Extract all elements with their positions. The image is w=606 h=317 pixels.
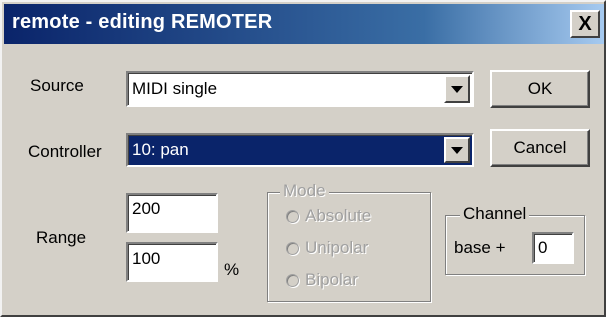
mode-legend: Mode	[280, 181, 329, 201]
mode-option-unipolar[interactable]: Unipolar	[286, 238, 368, 258]
range-bottom-input[interactable]: 100	[126, 242, 218, 282]
mode-option-absolute[interactable]: Absolute	[286, 206, 371, 226]
ok-button[interactable]: OK	[490, 70, 590, 108]
radio-icon	[286, 241, 299, 255]
close-icon: X	[578, 12, 592, 35]
mode-option-bipolar[interactable]: Bipolar	[286, 270, 358, 290]
channel-base-value: 0	[538, 238, 548, 257]
mode-option-label: Absolute	[305, 206, 372, 225]
cancel-button[interactable]: Cancel	[490, 129, 590, 167]
source-dropdown-arrow-icon[interactable]	[444, 75, 470, 103]
channel-legend: Channel	[460, 204, 530, 224]
channel-base-input[interactable]: 0	[532, 232, 574, 264]
range-top-input[interactable]: 200	[126, 193, 218, 233]
dialog-window: remote - editing REMOTER X Source MIDI s…	[0, 0, 606, 317]
source-select-value: MIDI single	[132, 79, 218, 98]
window-title: remote - editing REMOTER	[12, 11, 273, 33]
title-bar[interactable]: remote - editing REMOTER X	[4, 4, 604, 44]
mode-option-label: Bipolar	[305, 270, 358, 289]
range-bottom-value: 100	[132, 249, 161, 268]
controller-select-value: 10: pan	[132, 140, 189, 159]
ok-button-label: OK	[527, 79, 553, 98]
range-unit: %	[224, 260, 240, 279]
cancel-button-label: Cancel	[513, 138, 567, 157]
channel-groupbox: Channel base + 0	[445, 204, 585, 275]
mode-option-label: Unipolar	[305, 238, 369, 257]
controller-dropdown-arrow-icon[interactable]	[444, 137, 470, 163]
controller-label: Controller	[28, 142, 102, 161]
controller-select[interactable]: 10: pan	[126, 133, 474, 167]
close-button[interactable]: X	[570, 10, 600, 38]
range-top-value: 200	[132, 199, 161, 218]
range-label: Range	[36, 228, 87, 247]
mode-groupbox: Mode Absolute Unipolar Bipolar	[267, 181, 431, 302]
channel-base-label: base +	[454, 238, 506, 257]
radio-icon	[286, 209, 299, 223]
radio-icon	[286, 273, 299, 287]
source-label: Source	[30, 76, 84, 95]
source-select[interactable]: MIDI single	[126, 71, 474, 107]
